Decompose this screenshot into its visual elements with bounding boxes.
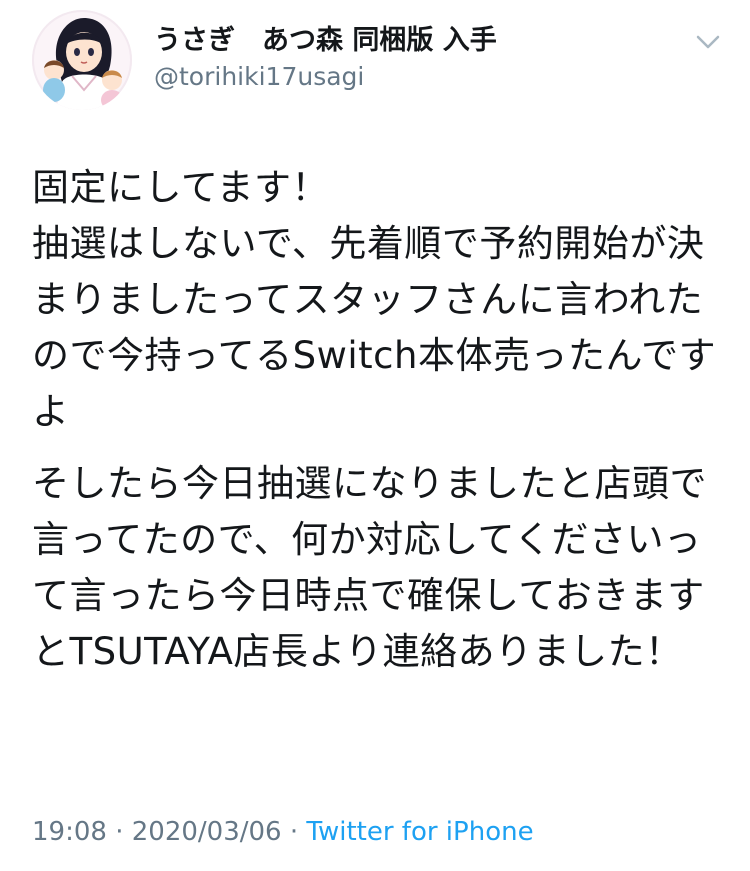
meta-separator: · xyxy=(106,817,132,847)
chevron-down-icon[interactable] xyxy=(694,32,722,52)
tweet-text: 固定にしてます！ 抽選はしないで、先着順で予約開始が決まりましたってスタッフさん… xyxy=(32,160,722,680)
tweet-source-link[interactable]: Twitter for iPhone xyxy=(306,817,533,847)
tweet-date[interactable]: 2020/03/06 xyxy=(132,817,282,847)
tweet-paragraph: そしたら今日抽選になりましたと店頭で言ってたので、何か対応してくださいって言った… xyxy=(32,462,707,673)
tweet-time: 19:08 xyxy=(32,817,107,847)
tweet-header: うさぎ あつ森 同梱版 入手 @torihiki17usagi xyxy=(32,10,722,110)
tweet-paragraph: 固定にしてます！ 抽選はしないで、先着順で予約開始が決まりましたってスタッフさん… xyxy=(32,166,717,433)
meta-separator: · xyxy=(281,817,307,847)
user-handle[interactable]: @torihiki17usagi xyxy=(154,60,497,94)
avatar[interactable] xyxy=(32,10,132,110)
display-name[interactable]: うさぎ あつ森 同梱版 入手 xyxy=(154,24,497,58)
tweet-meta: 19:08 · 2020/03/06 · Twitter for iPhone xyxy=(32,812,534,852)
user-names: うさぎ あつ森 同梱版 入手 @torihiki17usagi xyxy=(154,24,497,94)
avatar-image xyxy=(32,10,132,110)
